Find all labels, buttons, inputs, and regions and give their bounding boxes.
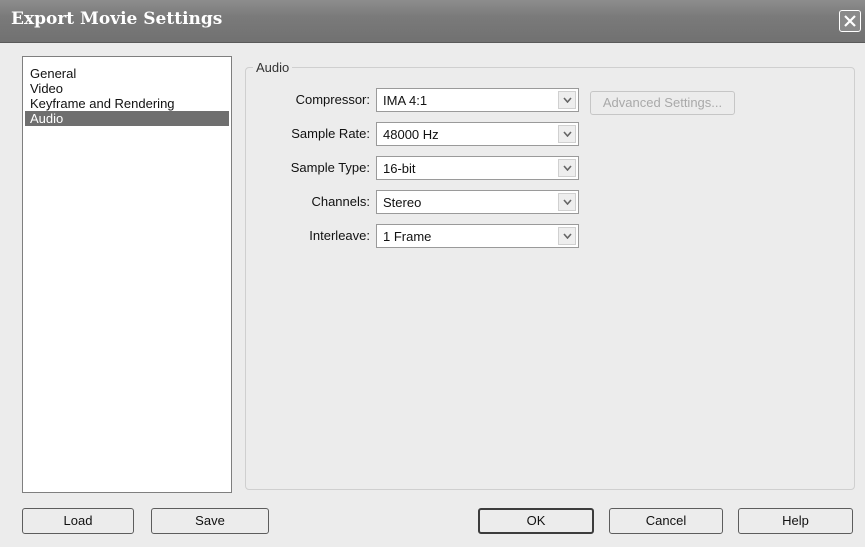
sample-type-label: Sample Type: — [290, 160, 370, 175]
dropdown-arrow-icon[interactable] — [558, 125, 576, 143]
list-item-keyframe-rendering[interactable]: Keyframe and Rendering — [25, 96, 229, 111]
title-bar[interactable]: Export Movie Settings — [0, 0, 865, 43]
interleave-select[interactable]: 1 Frame — [376, 224, 579, 248]
window-title: Export Movie Settings — [11, 9, 223, 29]
channels-label: Channels: — [311, 194, 370, 209]
channels-value: Stereo — [383, 195, 422, 210]
sample-type-value: 16-bit — [383, 161, 416, 176]
advanced-settings-button[interactable]: Advanced Settings... — [590, 91, 735, 115]
audio-group-label: Audio — [253, 60, 293, 75]
sample-rate-value: 48000 Hz — [383, 127, 439, 142]
load-button[interactable]: Load — [22, 508, 134, 534]
compressor-value: IMA 4:1 — [383, 93, 428, 108]
close-icon — [844, 15, 856, 27]
list-item-video[interactable]: Video — [25, 81, 229, 96]
dropdown-arrow-icon[interactable] — [558, 159, 576, 177]
interleave-value: 1 Frame — [383, 229, 432, 244]
compressor-select[interactable]: IMA 4:1 — [376, 88, 579, 112]
ok-button[interactable]: OK — [478, 508, 594, 534]
list-item-general[interactable]: General — [25, 66, 229, 81]
save-button[interactable]: Save — [151, 508, 269, 534]
compressor-label: Compressor: — [295, 92, 370, 107]
dropdown-arrow-icon[interactable] — [558, 193, 576, 211]
help-button[interactable]: Help — [738, 508, 853, 534]
sample-rate-select[interactable]: 48000 Hz — [376, 122, 579, 146]
interleave-label: Interleave: — [309, 228, 370, 243]
channels-select[interactable]: Stereo — [376, 190, 579, 214]
cancel-button[interactable]: Cancel — [609, 508, 723, 534]
close-button[interactable] — [839, 10, 861, 32]
dropdown-arrow-icon[interactable] — [558, 91, 576, 109]
export-movie-settings-dialog: Export Movie Settings General Video Keyf… — [0, 0, 865, 547]
dropdown-arrow-icon[interactable] — [558, 227, 576, 245]
settings-category-list[interactable]: General Video Keyframe and Rendering Aud… — [22, 56, 232, 493]
sample-type-select[interactable]: 16-bit — [376, 156, 579, 180]
sample-rate-label: Sample Rate: — [291, 126, 370, 141]
list-item-audio[interactable]: Audio — [25, 111, 229, 126]
